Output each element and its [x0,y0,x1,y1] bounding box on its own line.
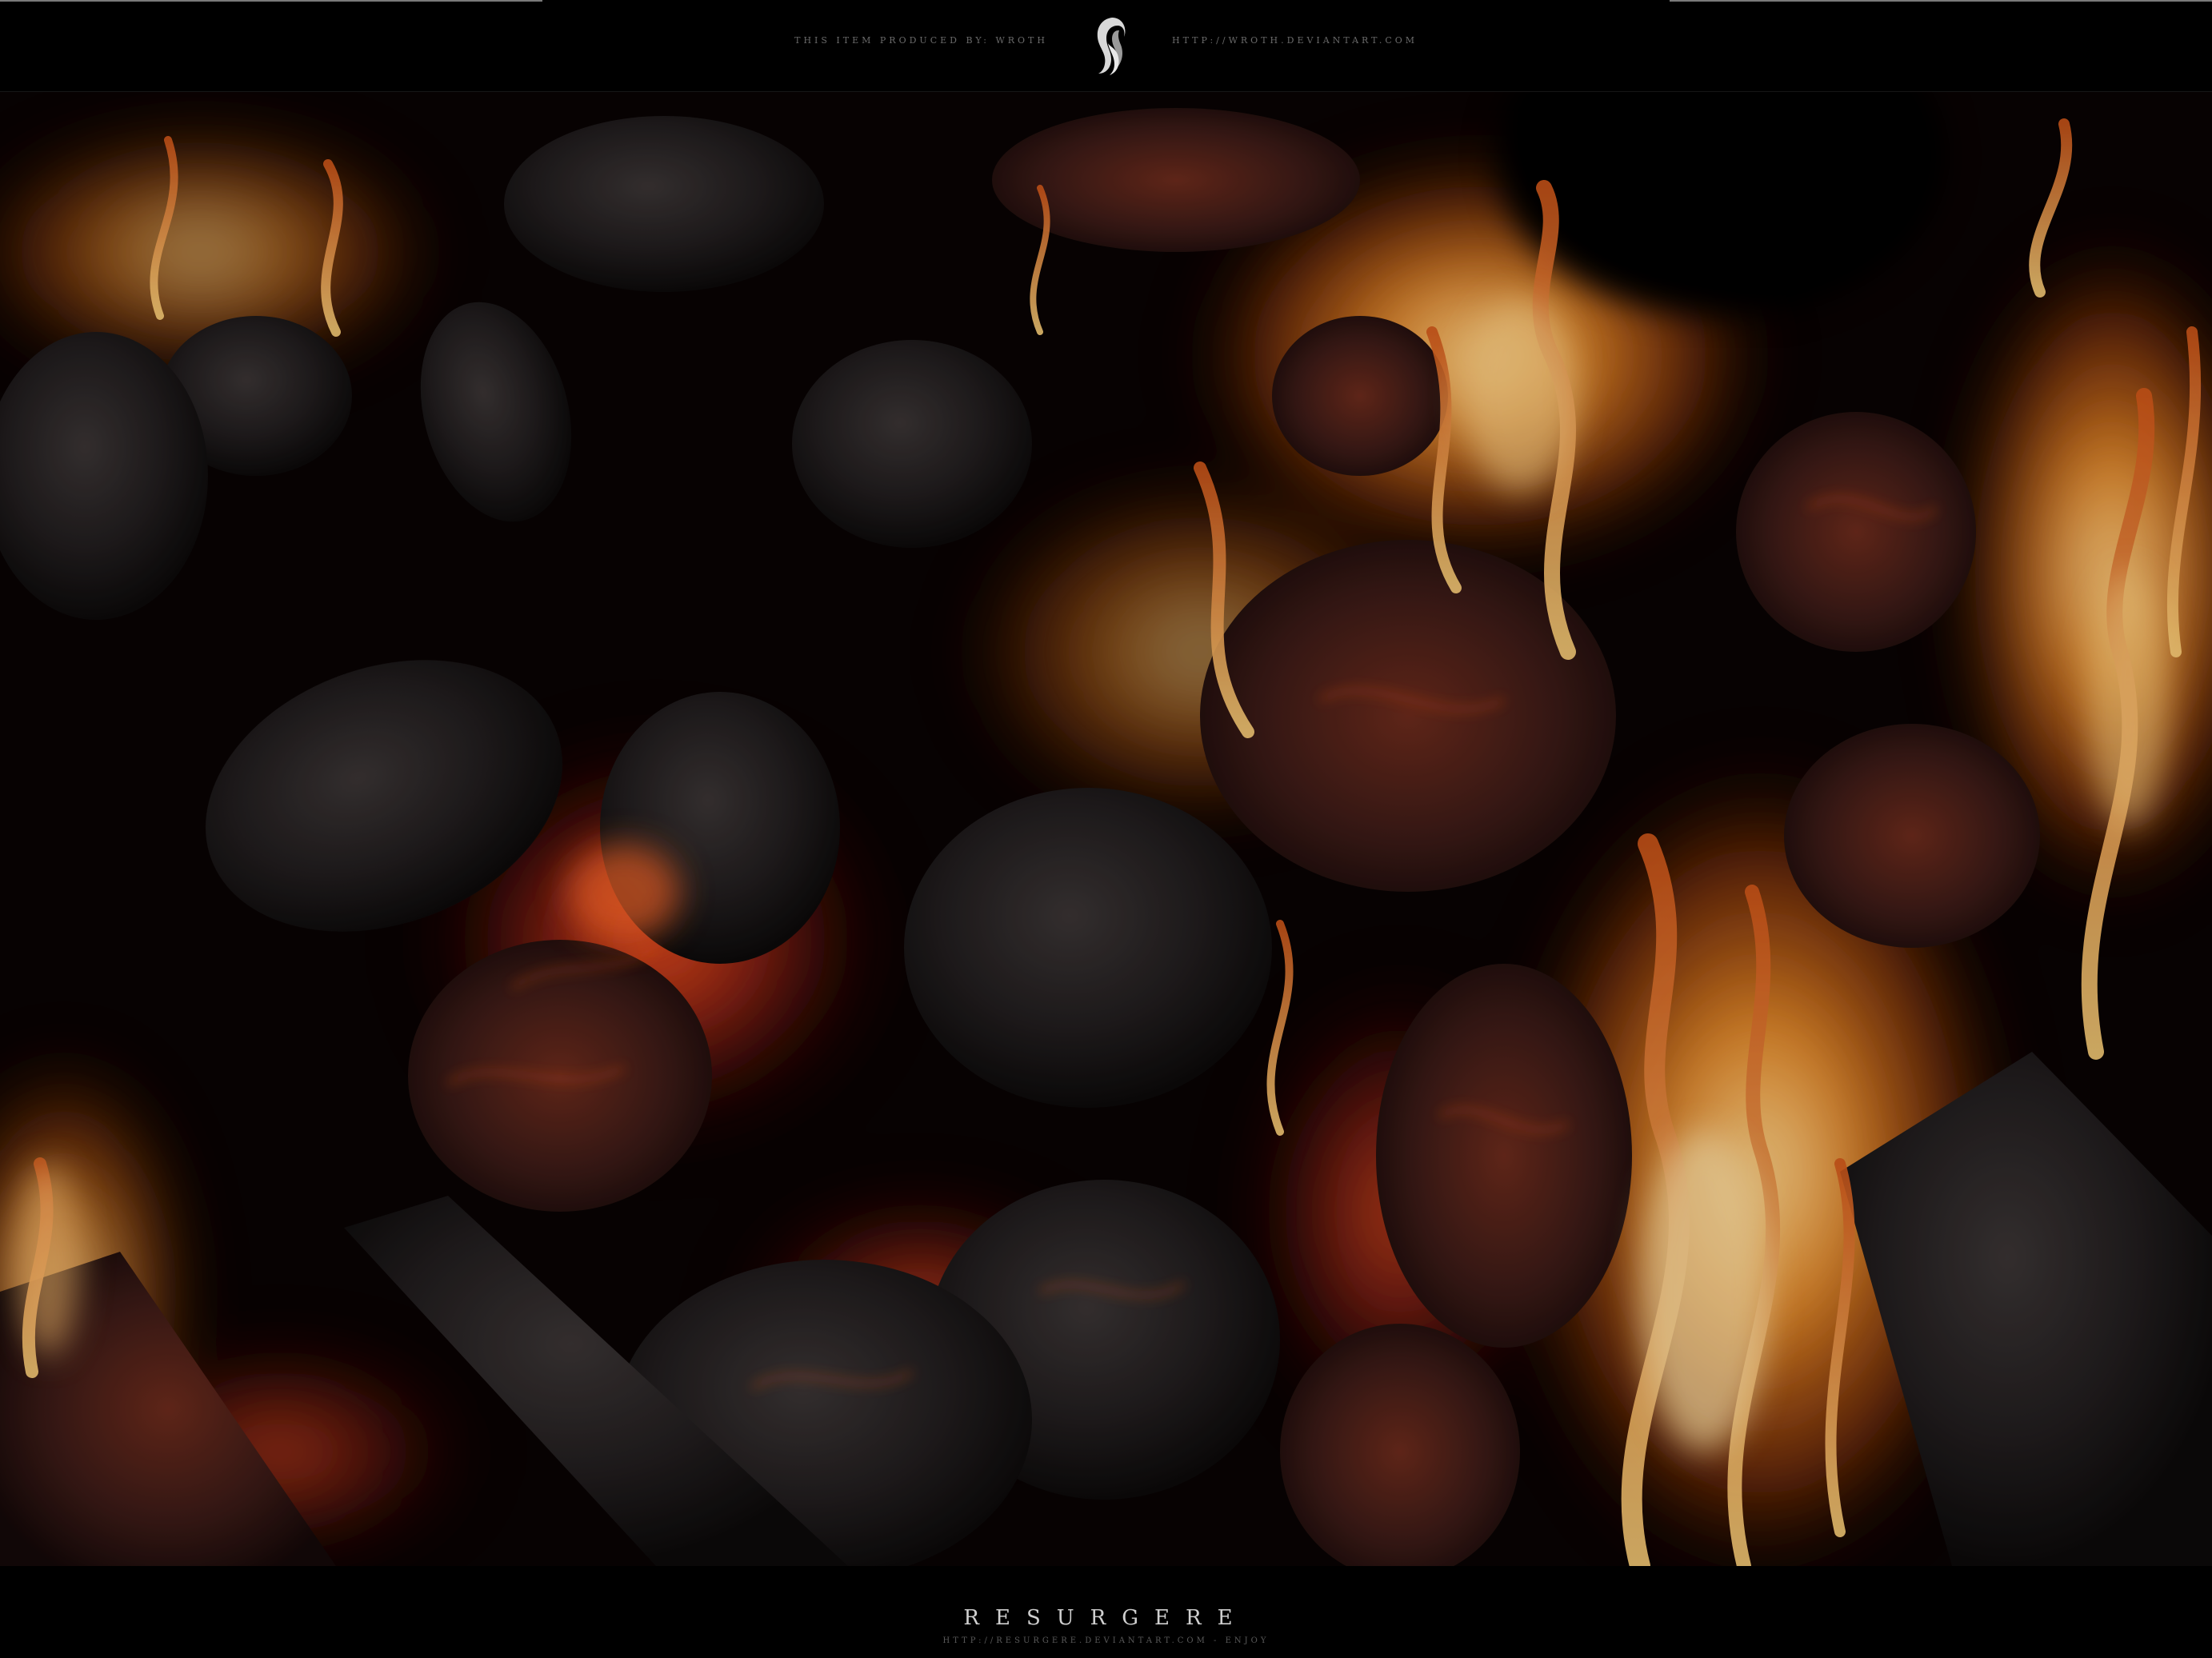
wroth-logo-icon [1097,18,1126,75]
deviantart-link[interactable]: HTTP://WROTH.DEVIANTART.COM [1172,35,1418,46]
fire-embers-illustration [0,92,2212,1566]
top-bar: THIS ITEM PRODUCED BY: WROTH HTTP://WROT… [0,0,2212,92]
artwork-title: RESURGERE [963,1606,1249,1630]
fire-photo [0,92,2212,1566]
top-left-rule [0,0,542,2]
bottom-bar: RESURGERE HTTP://RESURGERE.DEVIANTART.CO… [0,1566,2212,1658]
producer-credit: THIS ITEM PRODUCED BY: WROTH [794,35,1048,46]
top-right-rule [1670,0,2212,2]
footer-link[interactable]: HTTP://RESURGERE.DEVIANTART.COM - ENJOY [0,1636,2212,1645]
